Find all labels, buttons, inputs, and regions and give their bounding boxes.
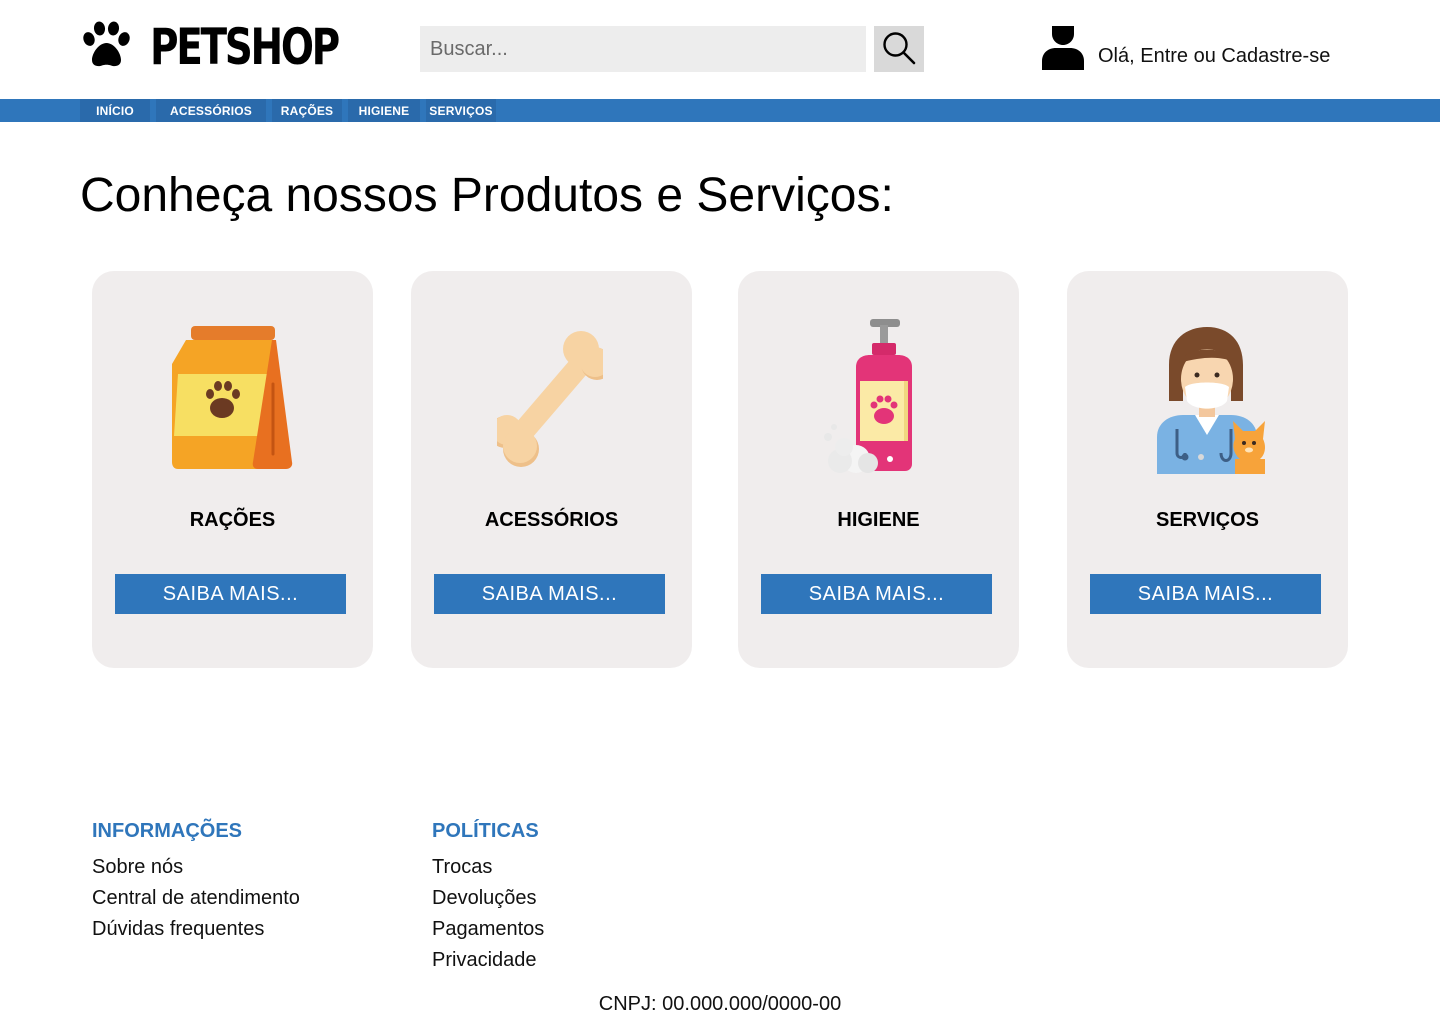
main-nav: INÍCIO ACESSÓRIOS RAÇÕES HIGIENE SERVIÇO… [0, 99, 1440, 122]
veterinarian-icon [1143, 319, 1273, 474]
user-icon [1040, 24, 1086, 75]
footer-link-pagamentos[interactable]: Pagamentos [432, 914, 544, 945]
card-title: HIGIENE [837, 509, 920, 531]
nav-item-racoes[interactable]: RAÇÕES [272, 99, 342, 122]
nav-item-inicio[interactable]: INÍCIO [80, 99, 150, 122]
card-racoes: RAÇÕES SAIBA MAIS... [92, 271, 373, 668]
footer-policies-column: POLÍTICAS Trocas Devoluções Pagamentos P… [432, 818, 544, 976]
card-title: RAÇÕES [189, 509, 276, 531]
login-link[interactable]: Olá, Entre ou Cadastre-se [1040, 24, 1331, 75]
nav-item-higiene[interactable]: HIGIENE [348, 99, 420, 122]
saiba-mais-button[interactable]: SAIBA MAIS... [434, 574, 665, 614]
login-text: Olá, Entre ou Cadastre-se [1098, 44, 1331, 67]
saiba-mais-button[interactable]: SAIBA MAIS... [115, 574, 346, 614]
card-acessorios: ACESSÓRIOS SAIBA MAIS... [411, 271, 692, 668]
footer-link-trocas[interactable]: Trocas [432, 852, 544, 883]
site-header: PETSHOP Olá, Entre ou Cadastre-se [0, 0, 1440, 99]
footer-link-devolucoes[interactable]: Devoluções [432, 883, 544, 914]
nav-item-servicos[interactable]: SERVIÇOS [426, 99, 496, 122]
shampoo-bottle-icon [814, 319, 944, 474]
footer-policies-heading: POLÍTICAS [432, 820, 539, 842]
logo[interactable]: PETSHOP [80, 20, 391, 74]
paw-icon [80, 21, 133, 74]
card-higiene: HIGIENE SAIBA MAIS... [738, 271, 1019, 668]
footer-link-privacidade[interactable]: Privacidade [432, 945, 544, 976]
footer-info-heading: INFORMAÇÕES [92, 820, 242, 842]
search-icon [881, 30, 917, 69]
nav-item-acessorios[interactable]: ACESSÓRIOS [156, 99, 266, 122]
card-servicos: SERVIÇOS SAIBA MAIS... [1067, 271, 1348, 668]
bone-icon [487, 319, 617, 474]
card-title: ACESSÓRIOS [484, 509, 619, 531]
search-input[interactable] [420, 26, 866, 72]
footer-link-central-atendimento[interactable]: Central de atendimento [92, 883, 300, 914]
cnpj-text: CNPJ: 00.000.000/0000-00 [598, 993, 842, 1015]
page-title: Conheça nossos Produtos e Serviços: [80, 169, 894, 222]
card-title: SERVIÇOS [1156, 509, 1259, 531]
saiba-mais-button[interactable]: SAIBA MAIS... [761, 574, 992, 614]
footer-info-column: INFORMAÇÕES Sobre nós Central de atendim… [92, 818, 300, 945]
footer-link-sobre-nos[interactable]: Sobre nós [92, 852, 300, 883]
pet-food-bag-icon [168, 319, 298, 474]
search-button[interactable] [874, 26, 924, 72]
saiba-mais-button[interactable]: SAIBA MAIS... [1090, 574, 1321, 614]
footer-link-duvidas-frequentes[interactable]: Dúvidas frequentes [92, 914, 300, 945]
logo-text: PETSHOP [150, 18, 340, 76]
